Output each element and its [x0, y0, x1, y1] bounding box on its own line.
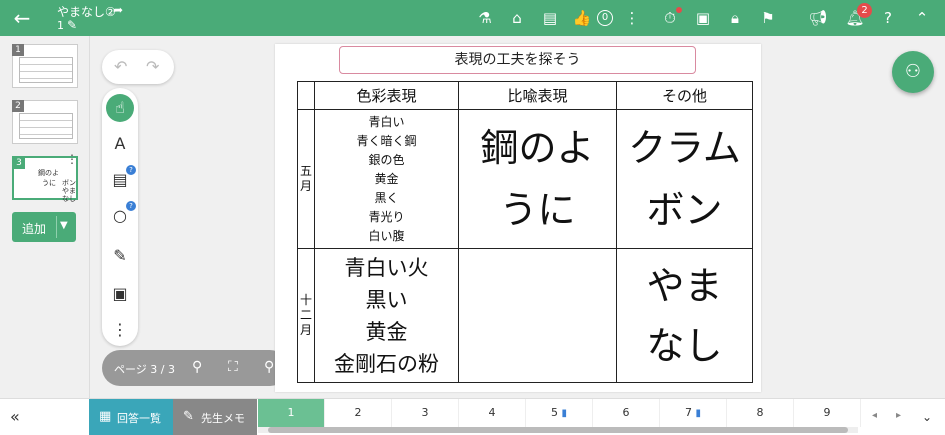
scroll-left-icon[interactable]: ◂ [872, 410, 877, 421]
notification-badge: 2 [857, 3, 872, 18]
zoom-out-icon[interactable]: ⚲ [192, 359, 202, 375]
more-tools-icon[interactable]: ⋮ [108, 318, 132, 342]
column-header: 比喩表現 [458, 81, 617, 110]
undo-redo-group: ↶ ↷ [102, 50, 174, 84]
worksheet-canvas[interactable]: 表現の工夫を探そう 色彩表現 比喩表現 その他 五月 青白い 青く暗く鋼 銀の色… [275, 44, 761, 392]
presenter-icon[interactable]: ⌂ [507, 8, 527, 28]
row-label: 五月 [297, 109, 315, 249]
table-cell[interactable]: 青白い火 黒い 黄金 金剛石の粉 [314, 248, 459, 383]
hand-pointer-icon[interactable]: ☝ [106, 94, 134, 122]
table-cell[interactable]: やま なし [616, 248, 753, 383]
expand-down-icon[interactable]: ⌄ [922, 410, 932, 424]
page-thumbnail[interactable]: 1 [12, 44, 78, 88]
lesson-number: 1 [57, 19, 64, 32]
page-tab[interactable]: 5 ▮ [526, 399, 593, 427]
thumbs-up-icon[interactable]: 👍 [572, 8, 592, 28]
megaphone-icon[interactable]: 📢︎ [808, 8, 828, 28]
page-tab[interactable]: 2 [325, 399, 392, 427]
undo-icon[interactable]: ↶ [114, 57, 127, 76]
more-vert-icon[interactable]: ⋮ [622, 8, 642, 28]
student-view-fab-icon[interactable]: ⚇ [892, 51, 934, 93]
page-zoom-bar: ページ 3 / 3 ⚲ ⛶ ⚲ [102, 350, 288, 386]
page-tab[interactable]: 4 [459, 399, 526, 427]
grid-icon: ▦ [99, 409, 112, 424]
pen-tool-icon[interactable]: ✎ [108, 244, 132, 268]
back-arrow-icon[interactable]: ← [10, 6, 34, 30]
pencil-icon[interactable]: ✎ [67, 18, 77, 32]
thumbnail-menu-icon[interactable]: ⋮ [66, 153, 78, 165]
table-cell[interactable]: 青白い 青く暗く鋼 銀の色 黄金 黒く 青光り 白い腹 [314, 109, 459, 249]
collapse-left-icon[interactable]: « [10, 407, 20, 426]
page-tab[interactable]: 8 [727, 399, 794, 427]
document-icon: ▮ [561, 408, 567, 419]
table-cell-empty[interactable] [458, 248, 617, 383]
redo-icon[interactable]: ↷ [146, 57, 159, 76]
flask-icon[interactable]: ⚗ [475, 8, 495, 28]
page-tab[interactable]: 7 ▮ [660, 399, 727, 427]
scrollbar-thumb[interactable] [268, 427, 848, 433]
shape-tool-icon[interactable]: ○? [108, 201, 136, 228]
page-tab[interactable]: 9 [794, 399, 861, 427]
sticky-note-icon[interactable]: ▤? [108, 165, 136, 192]
share-icon[interactable]: ➦ [113, 3, 123, 17]
page-tab[interactable]: 6 [593, 399, 660, 427]
teacher-memo-button[interactable]: ✎ 先生メモ [173, 399, 257, 435]
scroll-right-icon[interactable]: ▸ [896, 410, 901, 421]
column-header: 色彩表現 [314, 81, 459, 110]
top-bar: ← やまなし② ➦ 1 ✎ ⚗ ⌂ ▤ 👍 0 ⋮ ⏱ ▣ 🔒︎ ⚑ 📢︎ 🔔︎… [0, 0, 945, 36]
tool-palette: ☝ A ▤? ○? ✎ ▣ ⋮ [102, 88, 138, 346]
like-count-badge: 0 [597, 10, 613, 26]
document-icon: ▮ [695, 408, 701, 419]
chevron-up-icon[interactable]: ⌃ [912, 8, 932, 28]
worksheet-table: 色彩表現 比喩表現 その他 五月 青白い 青く暗く鋼 銀の色 黄金 黒く 青光り… [297, 81, 753, 383]
table-cell[interactable]: 鋼のよ うに [458, 109, 617, 249]
page-tab[interactable]: 3 [392, 399, 459, 427]
page-indicator: ページ 3 / 3 [114, 363, 175, 376]
page-thumbnail[interactable]: 2 [12, 100, 78, 144]
add-page-button[interactable]: 追加 ▼ [12, 212, 76, 242]
page-thumbnails-panel: 1 2 3 鋼のよ うに ボン やま なし ⋮ 追加 ▼ [0, 36, 90, 398]
image-tool-icon[interactable]: ▣ [108, 282, 132, 306]
text-tool-icon[interactable]: A [108, 132, 132, 156]
page-tab[interactable]: 1 [258, 399, 325, 427]
answers-list-button[interactable]: ▦ 回答一覧 [89, 399, 173, 435]
timer-alert-dot [676, 7, 682, 13]
help-icon[interactable]: ? [878, 8, 898, 28]
lesson-title: やまなし② [57, 5, 116, 19]
row-label: 十二月 [297, 248, 315, 383]
worksheet-title: 表現の工夫を探そう [339, 46, 696, 74]
lock-icon[interactable]: 🔒︎ [725, 8, 745, 28]
edit-icon: ✎ [183, 409, 194, 424]
bottom-bar: « ▦ 回答一覧 ✎ 先生メモ 1 2 3 4 5 ▮ 6 7 ▮ 8 9 ◂ … [0, 398, 945, 435]
table-cell[interactable]: クラム ボン [616, 109, 753, 249]
chevron-down-icon[interactable]: ▼ [60, 220, 68, 231]
column-header: その他 [616, 81, 753, 110]
chat-icon[interactable]: ▤ [540, 8, 560, 28]
group-icon[interactable]: ⚑ [758, 8, 778, 28]
zoom-in-icon[interactable]: ⚲ [264, 359, 274, 375]
fit-screen-icon[interactable]: ⛶ [228, 359, 238, 375]
screen-lock-icon[interactable]: ▣ [693, 8, 713, 28]
